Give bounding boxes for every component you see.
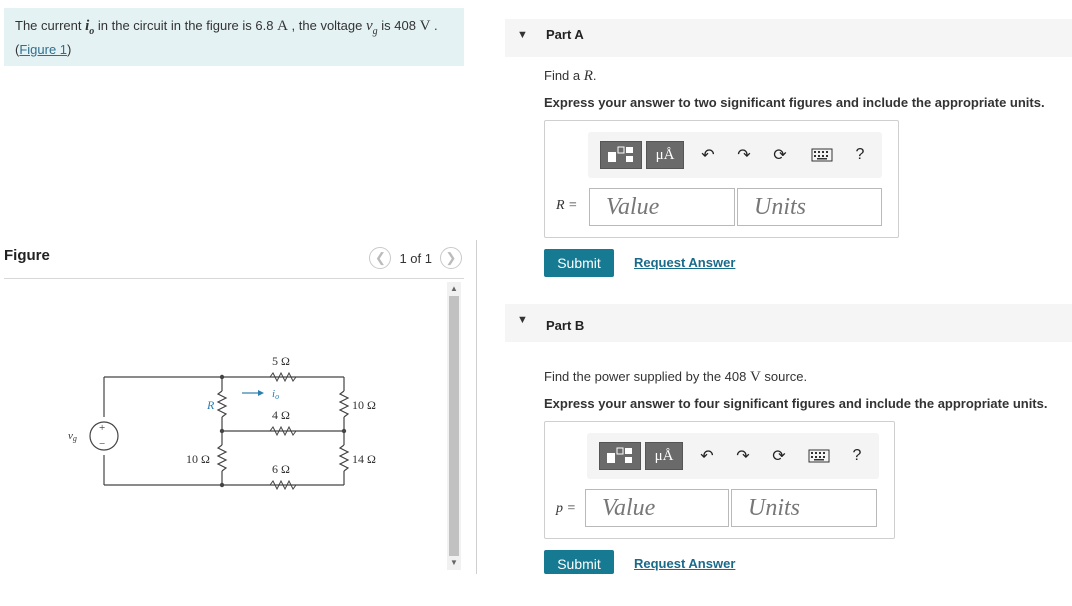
label-10ohm-left: 10 Ω [186, 452, 210, 466]
source-plus: + [99, 422, 105, 434]
figure-header: Figure ❮ 1 of 1 ❯ [4, 245, 464, 275]
label-io: io [272, 388, 279, 401]
scroll-up-icon[interactable]: ▲ [449, 284, 459, 294]
part-a-units-input[interactable]: Units [737, 188, 882, 226]
scroll-thumb[interactable] [449, 296, 459, 556]
templates-icon[interactable] [600, 141, 642, 169]
part-b-submit-button[interactable]: Submit [544, 550, 614, 574]
templates-icon[interactable] [599, 442, 641, 470]
pane-divider [476, 240, 477, 574]
scroll-down-icon[interactable]: ▼ [449, 558, 459, 568]
answer-toolbar: μÅ ↶ ↷ ⟳ ? [587, 433, 879, 479]
keyboard-icon[interactable] [805, 442, 833, 470]
help-icon[interactable]: ? [843, 442, 871, 470]
part-b-question: Find the power supplied by the 408 V sou… [544, 369, 808, 385]
part-a-question: Find a R. [544, 68, 597, 84]
part-b-instruction: Express your answer to four significant … [544, 396, 1048, 411]
reset-icon[interactable]: ⟳ [765, 442, 793, 470]
part-a-answer-box: μÅ ↶ ↷ ⟳ ? R = Value Units [544, 120, 899, 238]
label-14ohm: 14 Ω [352, 452, 376, 466]
redo-icon[interactable]: ↷ [730, 141, 758, 169]
label-vg: vg [68, 430, 77, 443]
label-R: R [206, 398, 215, 412]
label-6ohm: 6 Ω [272, 462, 290, 476]
pager-count: 1 of 1 [399, 250, 432, 266]
part-b-request-answer-link[interactable]: Request Answer [634, 556, 735, 571]
part-a-instruction: Express your answer to two significant f… [544, 95, 1045, 110]
part-a-request-answer-link[interactable]: Request Answer [634, 255, 735, 270]
undo-icon[interactable]: ↶ [694, 141, 722, 169]
part-b-units-input[interactable]: Units [731, 489, 877, 527]
figure-panel: + − vg 5 Ω 4 Ω 6 Ω 10 Ω 14 Ω 10 Ω R io [4, 278, 464, 574]
problem-statement: The current io in the circuit in the fig… [4, 8, 464, 66]
part-a-submit-button[interactable]: Submit [544, 249, 614, 277]
collapse-triangle-icon[interactable]: ▼ [517, 29, 528, 41]
collapse-triangle-icon[interactable]: ▼ [517, 314, 528, 326]
help-icon[interactable]: ? [846, 141, 874, 169]
part-a-value-input[interactable]: Value [589, 188, 735, 226]
answer-toolbar: μÅ ↶ ↷ ⟳ ? [588, 132, 882, 178]
part-b-value-input[interactable]: Value [585, 489, 729, 527]
chevron-right-icon[interactable]: ❯ [440, 247, 462, 269]
redo-icon[interactable]: ↷ [729, 442, 757, 470]
reset-icon[interactable]: ⟳ [766, 141, 794, 169]
part-b-label: p = [556, 501, 576, 516]
part-a-header[interactable]: ▼ Part A [505, 19, 1072, 57]
keyboard-icon[interactable] [808, 141, 836, 169]
figure-scrollbar[interactable]: ▲ ▼ [447, 282, 461, 570]
chevron-left-icon[interactable]: ❮ [369, 247, 392, 269]
undo-icon[interactable]: ↶ [693, 442, 721, 470]
figure-link[interactable]: Figure 1 [19, 42, 67, 57]
var-vg: vg [365, 18, 378, 37]
units-icon[interactable]: μÅ [646, 141, 684, 169]
part-b-header[interactable]: ▼ Part B [505, 304, 1072, 342]
source-minus: − [99, 438, 105, 450]
figure-title: Figure [4, 247, 50, 264]
part-b-answer-box: μÅ ↶ ↷ ⟳ ? p = Value Units [544, 421, 895, 539]
part-a-label: R = [556, 198, 578, 213]
figure-pager: ❮ 1 of 1 ❯ [369, 247, 462, 269]
label-4ohm: 4 Ω [272, 408, 290, 422]
label-5ohm: 5 Ω [272, 354, 290, 368]
label-10ohm-right: 10 Ω [352, 398, 376, 412]
var-io: io [85, 18, 95, 37]
circuit-diagram: + − vg 5 Ω 4 Ω 6 Ω 10 Ω 14 Ω 10 Ω R io [68, 354, 376, 491]
units-icon[interactable]: μÅ [645, 442, 683, 470]
